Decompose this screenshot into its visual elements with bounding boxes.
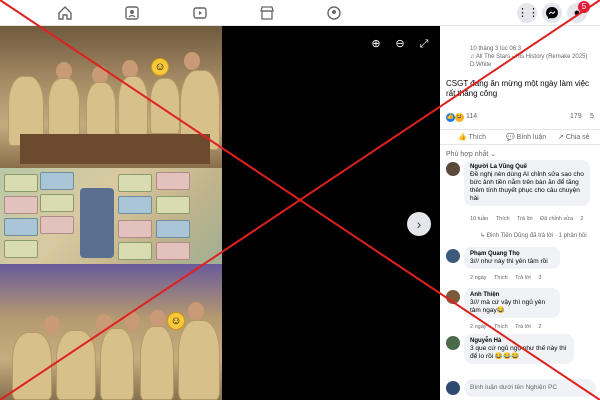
- comment-item: Phạm Quang Thọ 3/// như này thì yên tâm …: [440, 247, 600, 287]
- comment-icon: 💬: [506, 134, 515, 141]
- avatar[interactable]: [446, 336, 460, 350]
- post-meta: 10 tháng 3 lúc 06:3 ♫ All The Stars - Hi…: [470, 45, 598, 69]
- home-icon[interactable]: [57, 5, 73, 21]
- comment-item: Người La Vũng Quế Đề nghị nên dùng AI ch…: [440, 160, 600, 244]
- comment-text: 3/// mà cứ vậy thì ngủ yên tâm ngay😂: [470, 299, 546, 314]
- reaction-count: 114: [466, 113, 478, 120]
- comment-meta: 2 ngày Thích Trả lời 3: [470, 275, 547, 281]
- like-label: Thích: [468, 134, 487, 141]
- comment-like-button[interactable]: Thích: [496, 216, 510, 222]
- notification-badge: 5: [578, 1, 590, 13]
- post-music[interactable]: ♫ All The Stars - His History (Remake 20…: [470, 53, 598, 61]
- next-photo-button[interactable]: ›: [407, 212, 431, 236]
- photo-viewer: ☺ ☺ ⊕ ⊖ ⤢ ›: [0, 26, 440, 400]
- comment-bubble: Phạm Quang Thọ 3/// như này thì yên tâm …: [464, 247, 560, 269]
- reply-summary[interactable]: ↳ Đinh Tiến Dũng đã trả lời · 1 phản hồi: [480, 232, 587, 239]
- comment-bubble: Nguyễn Hà 3 que cứ ngủ ngụ như thế này t…: [464, 334, 574, 364]
- reaction-icons: 👍 😆: [446, 113, 464, 122]
- comment-reaction-count[interactable]: 2: [538, 324, 541, 330]
- haha-reaction-icon: 😆: [454, 113, 464, 122]
- comment-count[interactable]: 179: [570, 113, 582, 120]
- comment-composer: Bình luận dưới tên Nghiện PC: [440, 376, 600, 400]
- comment-reply-button[interactable]: Trả lời: [517, 216, 533, 222]
- reaction-summary[interactable]: 👍 😆 114 179 5: [446, 113, 598, 123]
- zoom-out-icon[interactable]: ⊖: [392, 36, 408, 52]
- comment-edited-label: Đã chỉnh sửa: [540, 216, 573, 222]
- comment-author[interactable]: Anh Thiện: [470, 291, 554, 299]
- money-photo: [0, 168, 222, 264]
- comment-reaction-count[interactable]: 3: [538, 275, 541, 281]
- groups-icon[interactable]: [326, 5, 342, 21]
- comment-text: 3/// như này thì yên tâm rồi: [470, 258, 548, 265]
- avatar[interactable]: [446, 249, 460, 263]
- reply-summary-text: Đinh Tiến Dũng đã trả lời · 1 phản hồi: [486, 233, 587, 239]
- comment-author[interactable]: Nguyễn Hà: [470, 337, 568, 345]
- avatar: [446, 381, 460, 395]
- comment-bubble: Anh Thiện 3/// mà cứ vậy thì ngủ yên tâm…: [464, 288, 560, 318]
- friends-icon[interactable]: [124, 5, 140, 21]
- comment-like-button[interactable]: Thích: [494, 324, 508, 330]
- avatar[interactable]: [446, 290, 460, 304]
- reply-arrow-icon: ↳: [480, 233, 486, 239]
- comment-time[interactable]: 2 ngày: [470, 324, 487, 330]
- share-label: Chia sẻ: [565, 134, 590, 141]
- comment-text: Đề nghị nên dùng AI chỉnh sửa sao cho bứ…: [470, 171, 584, 202]
- share-count[interactable]: 5: [590, 113, 594, 120]
- comment-time[interactable]: 2 ngày: [470, 275, 487, 281]
- comment-like-button[interactable]: Thích: [494, 275, 508, 281]
- top-navigation-bar: ⋮⋮ ● 5: [0, 0, 600, 26]
- like-reaction-icon: 👍: [446, 113, 455, 122]
- menu-grid-icon[interactable]: ⋮⋮: [517, 3, 539, 23]
- avatar[interactable]: [446, 162, 460, 176]
- marketplace-icon[interactable]: [259, 5, 275, 21]
- photo-collage[interactable]: ☺ ☺: [0, 26, 222, 400]
- post-caption: CSGT đang ăn mừng một ngày làm việc rất …: [446, 79, 590, 98]
- group-photo-top: ☺: [0, 26, 222, 168]
- zoom-in-icon[interactable]: ⊕: [368, 36, 384, 52]
- post-action-bar: 👍 Thích 💬 Bình luận ↗ Chia sẻ: [440, 129, 600, 145]
- comment-author[interactable]: Phạm Quang Thọ: [470, 250, 554, 258]
- smiley-face-icon: ☺: [167, 312, 185, 330]
- comment-meta: 10 tuần Thích Trả lời Đã chỉnh sửa 2: [470, 216, 589, 222]
- comment-label: Bình luận: [516, 134, 547, 141]
- video-icon[interactable]: [192, 5, 208, 21]
- comment-reply-button[interactable]: Trả lời: [515, 324, 531, 330]
- comment-item: Anh Thiện 3/// mà cứ vậy thì ngủ yên tâm…: [440, 288, 600, 334]
- messenger-icon[interactable]: [542, 3, 562, 23]
- fullscreen-icon[interactable]: ⤢: [416, 36, 432, 52]
- like-button[interactable]: 👍 Thích: [458, 133, 486, 141]
- post-music-artist: D.White: [470, 62, 492, 68]
- comment-time[interactable]: 10 tuần: [470, 216, 488, 222]
- comment-item: Nguyễn Hà 3 que cứ ngủ ngụ như thế này t…: [440, 334, 600, 374]
- smiley-face-icon: ☺: [151, 58, 169, 76]
- comment-reply-button[interactable]: Trả lời: [515, 275, 531, 281]
- share-icon: ↗: [558, 134, 564, 141]
- comment-filter-dropdown[interactable]: Phù hợp nhất ⌄: [446, 150, 496, 158]
- comment-bubble: Người La Vũng Quế Đề nghị nên dùng AI ch…: [464, 160, 590, 206]
- comment-text: 3 que cứ ngủ ngụ như thế này thì để lo r…: [470, 345, 567, 360]
- post-detail-panel: 10 tháng 3 lúc 06:3 ♫ All The Stars - Hi…: [440, 26, 600, 400]
- post-timestamp[interactable]: 10 tháng 3 lúc 06:3: [470, 45, 598, 53]
- comment-button[interactable]: 💬 Bình luận: [506, 133, 546, 141]
- share-button[interactable]: ↗ Chia sẻ: [558, 133, 590, 141]
- thumbs-up-icon: 👍: [458, 134, 467, 141]
- screen: ⋮⋮ ● 5 ☺ ☺ ⊕ ⊖ ⤢ › 10 tháng 3 lúc 06:3 ♫…: [0, 0, 600, 400]
- group-photo-bottom: ☺: [0, 264, 222, 400]
- comment-reaction-count[interactable]: 2: [580, 216, 583, 222]
- comment-input[interactable]: Bình luận dưới tên Nghiện PC: [464, 379, 596, 397]
- comment-author[interactable]: Người La Vũng Quế: [470, 163, 584, 171]
- comment-meta: 2 ngày Thích Trả lời 2: [470, 324, 547, 330]
